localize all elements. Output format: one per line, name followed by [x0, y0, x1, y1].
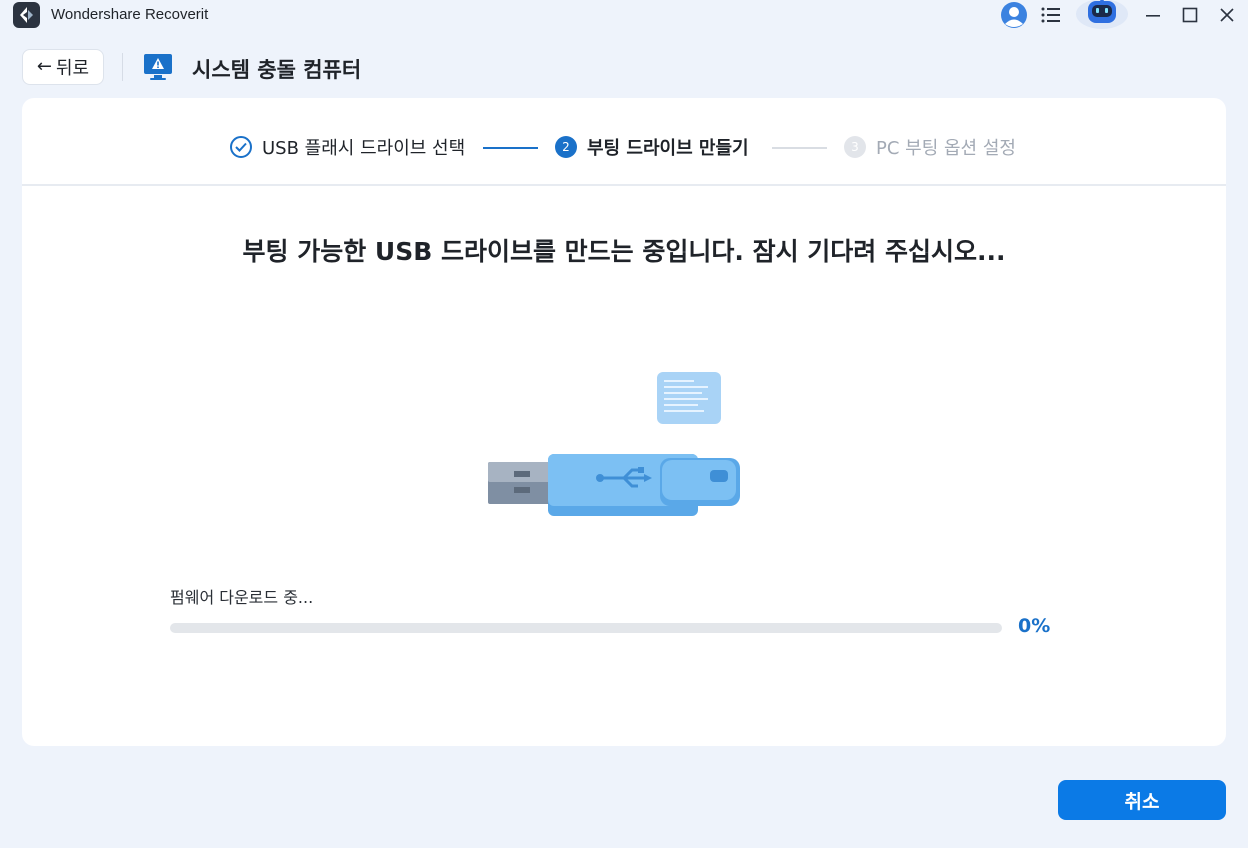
recoverit-logo-icon [13, 2, 40, 28]
step-number: 2 [555, 136, 577, 158]
maximize-icon[interactable] [1177, 0, 1203, 30]
title-bar: Wondershare Recoverit [0, 0, 1248, 30]
warning-monitor-icon [142, 52, 174, 82]
robot-assistant-icon[interactable] [1075, 0, 1129, 30]
arrow-left-icon: ← [36, 56, 52, 77]
step-label: USB 플래시 드라이브 선택 [262, 138, 466, 159]
main-panel: USB 플래시 드라이브 선택 2 부팅 드라이브 만들기 3 PC 부팅 옵션… [22, 98, 1226, 746]
usb-drive-icon [484, 366, 744, 526]
step-connector-pending [772, 147, 827, 149]
step-number: 3 [844, 136, 866, 158]
progress-percent: 0% [1018, 615, 1051, 637]
check-circle-icon [230, 136, 252, 158]
progress-label: 펌웨어 다운로드 중... [170, 588, 314, 607]
back-button[interactable]: ← 뒤로 [22, 49, 104, 85]
step-connector-done [483, 147, 538, 149]
step-select-usb: USB 플래시 드라이브 선택 [230, 134, 465, 160]
step-label: 부팅 드라이브 만들기 [587, 138, 749, 159]
user-avatar-icon[interactable] [998, 0, 1030, 30]
step-pc-boot-options: 3 PC 부팅 옵션 설정 [844, 134, 1016, 160]
app-title: Wondershare Recoverit [51, 6, 209, 23]
close-icon[interactable] [1214, 0, 1240, 30]
step-create-boot-drive: 2 부팅 드라이브 만들기 [555, 134, 749, 160]
back-button-label: 뒤로 [55, 58, 90, 79]
header-divider [122, 53, 123, 81]
progress-bar [170, 623, 1002, 633]
page-title: 시스템 충돌 컴퓨터 [192, 58, 362, 82]
step-label: PC 부팅 옵션 설정 [876, 138, 1016, 159]
cancel-button[interactable]: 취소 [1058, 780, 1226, 820]
minimize-icon[interactable] [1140, 0, 1166, 30]
stepper: USB 플래시 드라이브 선택 2 부팅 드라이브 만들기 3 PC 부팅 옵션… [22, 98, 1226, 186]
status-heading: 부팅 가능한 USB 드라이브를 만드는 중입니다. 잠시 기다려 주십시오..… [242, 237, 1006, 266]
list-menu-icon[interactable] [1038, 0, 1064, 30]
